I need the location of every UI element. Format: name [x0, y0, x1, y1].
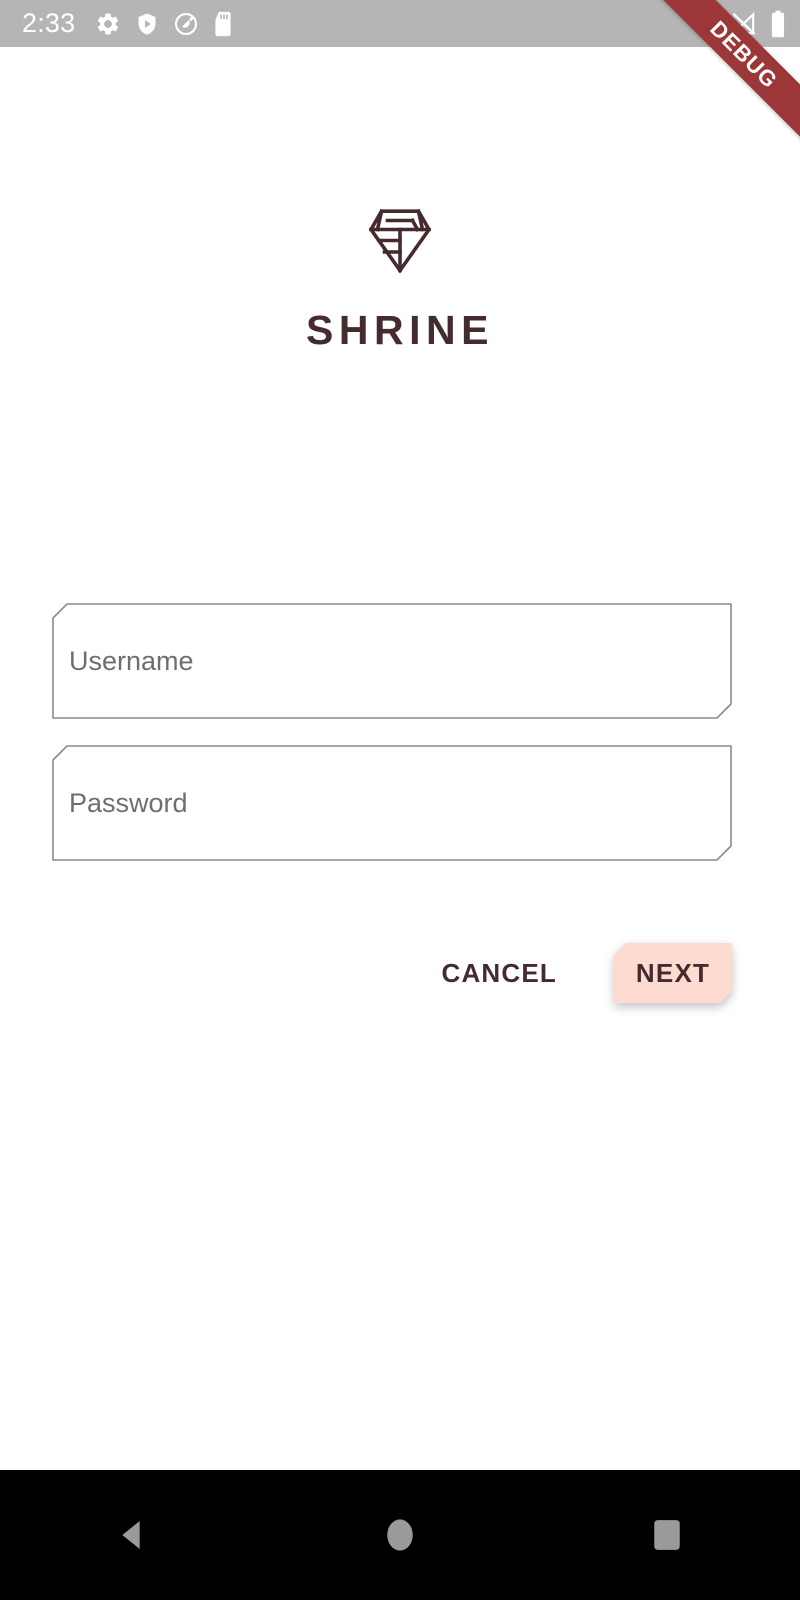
nav-home-button[interactable]: [340, 1470, 460, 1600]
nav-recents-button[interactable]: [607, 1470, 727, 1600]
nav-back-button[interactable]: [73, 1470, 193, 1600]
status-bar: 2:33: [0, 0, 800, 47]
cancel-button[interactable]: CANCEL: [423, 946, 575, 1000]
login-form: [52, 603, 732, 861]
status-bar-clock: 2:33: [22, 8, 76, 38]
shield-play-icon: [135, 11, 159, 37]
shrine-diamond-logo: [368, 208, 432, 279]
android-navigation-bar: [0, 1470, 800, 1600]
login-screen-body: SHRINE CANCEL NEXT: [0, 47, 800, 1470]
sd-card-icon: [213, 11, 233, 37]
recents-square-icon: [653, 1520, 680, 1550]
page-title: SHRINE: [306, 307, 494, 353]
brand-block: SHRINE: [0, 208, 800, 351]
settings-gear-icon: [95, 11, 121, 37]
username-input[interactable]: [52, 603, 732, 719]
username-field-container[interactable]: [52, 603, 732, 719]
battery-icon: [770, 10, 786, 38]
next-button[interactable]: NEXT: [614, 943, 732, 1003]
home-circle-icon: [387, 1519, 413, 1551]
android-screen: 2:33 DEBUG SHRINE Username Password CANC…: [0, 0, 800, 1600]
form-actions: CANCEL NEXT: [52, 941, 732, 1005]
status-bar-right-icons: [676, 10, 786, 38]
signal-off-icon: [730, 11, 758, 37]
password-field-container[interactable]: [52, 745, 732, 861]
password-input[interactable]: [52, 745, 732, 861]
wifi-icon: [688, 11, 718, 37]
back-triangle-icon: [122, 1521, 140, 1549]
next-button-label: NEXT: [635, 958, 711, 988]
do-not-disturb-icon: [173, 11, 199, 37]
